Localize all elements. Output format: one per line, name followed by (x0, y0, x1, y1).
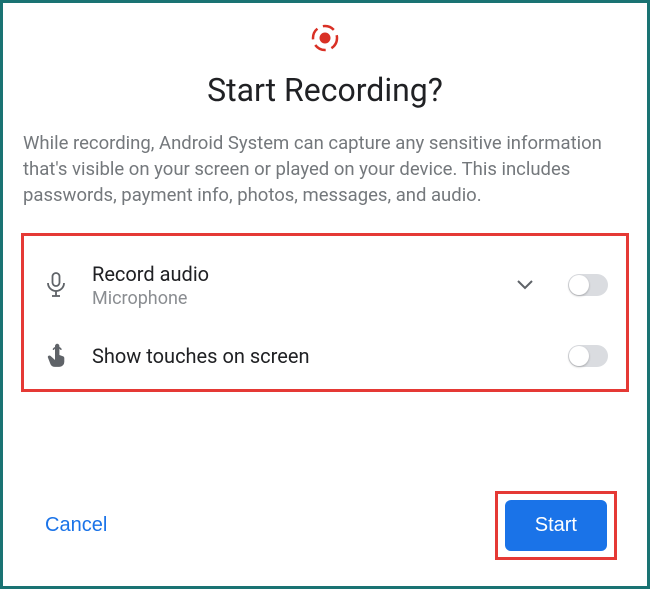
show-touches-toggle[interactable] (568, 345, 608, 367)
record-audio-toggle[interactable] (568, 274, 608, 296)
microphone-icon (42, 272, 70, 298)
option-label: Show touches on screen (92, 344, 546, 368)
option-show-touches-text: Show touches on screen (92, 344, 546, 368)
dialog-frame: Start Recording? While recording, Androi… (0, 0, 650, 589)
cancel-button[interactable]: Cancel (41, 506, 111, 545)
start-button[interactable]: Start (505, 500, 607, 551)
touch-icon (42, 343, 70, 369)
dialog-body: While recording, Android System can capt… (21, 131, 629, 209)
options-highlight-box: Record audio Microphone Show touches on … (21, 233, 629, 392)
option-show-touches[interactable]: Show touches on screen (42, 337, 608, 375)
dialog-title: Start Recording? (21, 71, 629, 109)
chevron-down-icon[interactable] (514, 280, 536, 290)
dialog-buttons: Cancel Start (21, 491, 629, 560)
option-sub: Microphone (92, 288, 492, 309)
record-icon (21, 23, 629, 53)
start-highlight-box: Start (495, 491, 617, 560)
option-label: Record audio (92, 262, 492, 286)
option-record-audio-text: Record audio Microphone (92, 262, 492, 309)
option-record-audio[interactable]: Record audio Microphone (42, 256, 608, 315)
